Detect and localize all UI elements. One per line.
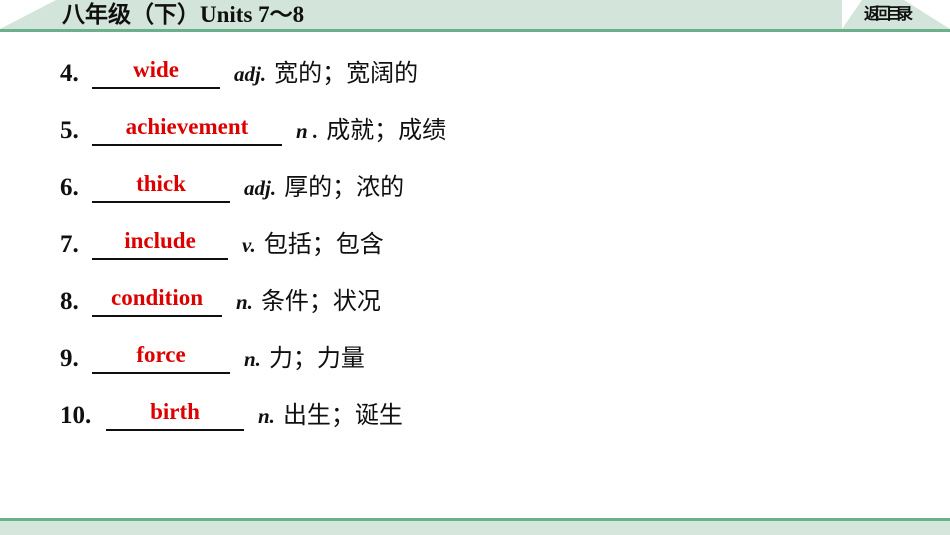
part-of-speech-label: adj.: [234, 62, 267, 86]
part-of-speech-label: adj.: [244, 176, 277, 200]
row-number: 8.: [60, 288, 79, 315]
answer-word: condition: [110, 285, 204, 310]
answer-blank[interactable]: condition: [92, 283, 222, 317]
row-number: 9.: [60, 345, 79, 372]
return-button-wedge-icon: [841, 0, 862, 29]
page-title: 八年级（下）Units 7～8: [62, 2, 305, 27]
page-footer-band: [0, 518, 950, 535]
page-header-band: 八年级（下）Units 7～8 返回目录: [0, 0, 950, 32]
part-of-speech-label: n.: [236, 290, 253, 314]
answer-word: include: [124, 228, 196, 253]
row-number: 4.: [60, 60, 79, 87]
vocabulary-row: 9. force n. 力；力量: [0, 317, 950, 374]
answer-blank[interactable]: wide: [92, 55, 220, 89]
vocabulary-row: 10. birth n. 出生；诞生: [0, 374, 950, 431]
row-number: 10.: [60, 402, 92, 429]
vocabulary-row: 8. condition n. 条件；状况: [0, 260, 950, 317]
part-of-speech-label: v.: [242, 233, 256, 257]
part-of-speech-label: n.: [258, 404, 275, 428]
return-to-contents-label: 返回目录: [863, 6, 913, 23]
answer-blank[interactable]: thick: [92, 169, 230, 203]
row-number: 5.: [60, 117, 79, 144]
answer-word: wide: [133, 57, 179, 82]
chinese-meaning: 条件；状况: [260, 289, 381, 315]
answer-word: achievement: [125, 114, 249, 139]
return-to-contents-button[interactable]: 返回目录: [841, 0, 914, 29]
answer-blank[interactable]: birth: [106, 397, 244, 431]
part-of-speech-label: n .: [296, 119, 319, 143]
chinese-meaning: 成就；成绩: [326, 118, 447, 144]
vocabulary-row: 7. include v. 包括；包含: [0, 203, 950, 260]
row-number: 7.: [60, 231, 79, 258]
answer-word: thick: [136, 171, 186, 196]
vocabulary-list: 4. wide adj. 宽的；宽阔的 5. achievement n . 成就；成绩 6. t…: [0, 32, 950, 431]
answer-blank[interactable]: force: [92, 340, 230, 374]
answer-blank[interactable]: include: [92, 226, 228, 260]
row-number: 6.: [60, 174, 79, 201]
answer-word: birth: [150, 399, 200, 424]
chinese-meaning: 宽的；宽阔的: [274, 61, 419, 87]
chinese-meaning: 包括；包含: [263, 232, 384, 258]
chinese-meaning: 出生；诞生: [282, 403, 403, 429]
chinese-meaning: 力；力量: [268, 346, 365, 372]
answer-word: force: [136, 342, 186, 367]
chinese-meaning: 厚的；浓的: [284, 175, 405, 201]
answer-blank[interactable]: achievement: [92, 112, 282, 146]
vocabulary-row: 6. thick adj. 厚的；浓的: [0, 146, 950, 203]
vocabulary-row: 4. wide adj. 宽的；宽阔的: [0, 32, 950, 89]
vocabulary-row: 5. achievement n . 成就；成绩: [0, 89, 950, 146]
part-of-speech-label: n.: [244, 347, 261, 371]
